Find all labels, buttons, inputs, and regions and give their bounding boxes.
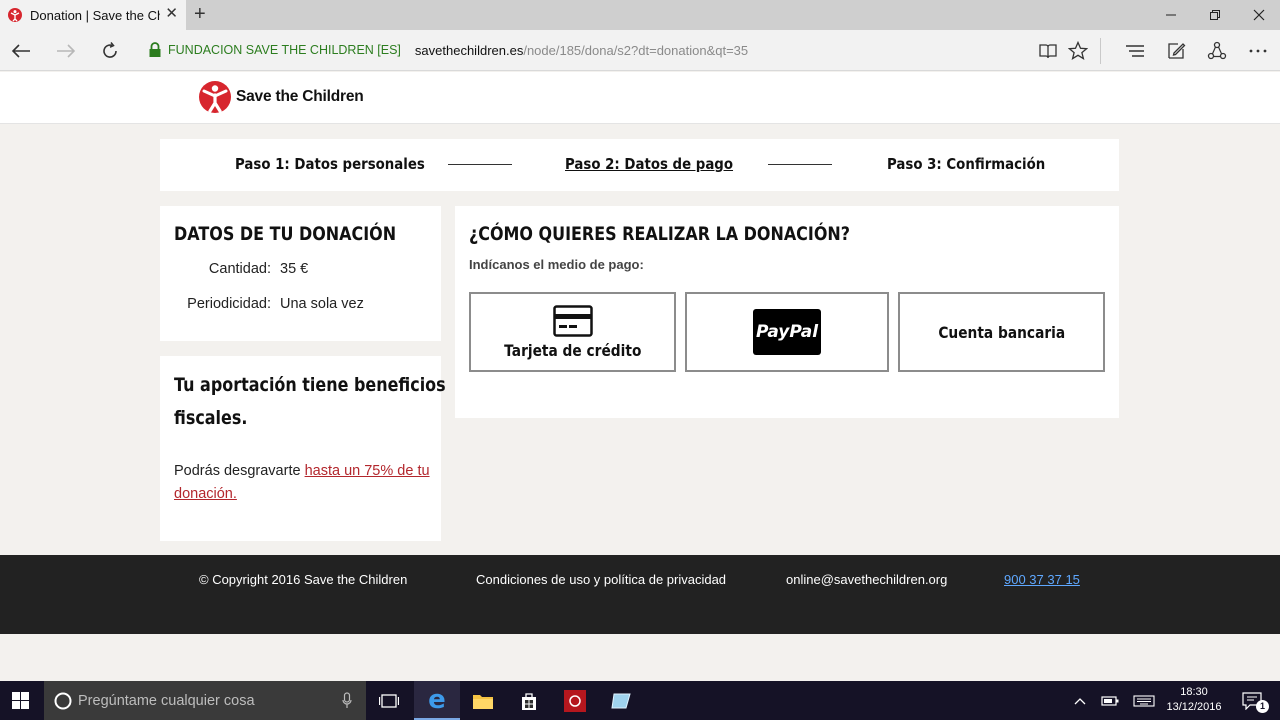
red-app-icon[interactable] <box>552 681 598 720</box>
amount-label: Cantidad: <box>208 261 271 277</box>
save-the-children-logo-icon <box>199 81 231 113</box>
paypal-logo: PayPal <box>753 309 821 355</box>
amount-value: 35 € <box>280 261 309 277</box>
browser-tab-bar: Donation | Save the Chi ✕ + <box>0 0 1280 30</box>
store-icon[interactable] <box>506 681 552 720</box>
share-icon[interactable] <box>1204 38 1230 64</box>
file-explorer-icon[interactable] <box>460 681 506 720</box>
keyboard-icon[interactable] <box>1124 681 1164 720</box>
toolbar-divider <box>1100 38 1101 64</box>
benefits-body: Podrás desgravarte <box>174 463 305 479</box>
step-1-personal-data[interactable]: Paso 1: Datos personales <box>235 155 425 173</box>
benefits-text: Podrás desgravarte hasta un 75% de tu do… <box>174 460 434 506</box>
more-options-icon[interactable] <box>1245 38 1271 64</box>
certificate-name: FUNDACION SAVE THE CHILDREN [ES] <box>168 43 401 57</box>
address-bar[interactable]: FUNDACION SAVE THE CHILDREN [ES] savethe… <box>148 39 748 61</box>
footer-phone-link[interactable]: 900 37 37 15 <box>1004 572 1080 587</box>
step-2-payment-data[interactable]: Paso 2: Datos de pago <box>565 155 733 173</box>
checkout-steps: Paso 1: Datos personales Paso 2: Datos d… <box>160 139 1119 191</box>
notification-count-badge: 1 <box>1256 700 1269 713</box>
cortana-search-box[interactable]: Pregúntame cualquier cosa <box>44 681 366 720</box>
benefits-title-line-2: fiscales. <box>174 407 248 429</box>
restore-icon[interactable] <box>1204 4 1226 26</box>
action-center-icon[interactable]: 1 <box>1232 681 1272 720</box>
tax-benefits-card: Tu aportación tiene beneficios fiscales.… <box>160 356 446 541</box>
tab-close-icon[interactable]: ✕ <box>165 6 178 22</box>
logo-text: Save the Children <box>236 88 364 105</box>
frequency-label: Periodicidad: <box>187 296 271 312</box>
browser-tab[interactable]: Donation | Save the Chi ✕ <box>0 0 186 30</box>
lock-icon <box>149 42 161 57</box>
clock-time: 18:30 <box>1180 686 1208 698</box>
paypal-button[interactable]: PayPal <box>685 292 889 372</box>
clock-date: 13/12/2016 <box>1166 701 1222 713</box>
minimize-icon[interactable] <box>1160 4 1182 26</box>
payment-method-card: ¿CÓMO QUIERES REALIZAR LA DONACIÓN? Indí… <box>455 206 1119 418</box>
footer-email-link[interactable]: online@savethechildren.org <box>786 572 947 587</box>
microphone-icon[interactable] <box>342 692 352 709</box>
site-header: Save the Children <box>0 72 1280 124</box>
refresh-icon[interactable] <box>97 38 123 64</box>
task-view-icon[interactable] <box>366 681 412 720</box>
step-3-confirmation: Paso 3: Confirmación <box>887 155 1046 173</box>
forward-arrow-icon[interactable] <box>53 38 79 64</box>
step-connector <box>768 164 832 165</box>
credit-card-icon <box>552 304 593 337</box>
summary-row-frequency: Periodicidad: Una sola vez <box>160 296 441 316</box>
frequency-value: Una sola vez <box>280 296 364 312</box>
donation-summary-title: DATOS DE TU DONACIÓN <box>174 223 397 245</box>
url-path: /node/185/dona/s2?dt=donation&qt=35 <box>523 42 749 58</box>
glass-app-icon[interactable] <box>598 681 644 720</box>
reading-view-icon[interactable] <box>1035 38 1061 64</box>
tab-title: Donation | Save the Chi <box>30 7 160 23</box>
windows-taskbar: Pregúntame cualquier cosa e 18:30 13/12/… <box>0 681 1280 720</box>
summary-row-amount: Cantidad: 35 € <box>160 261 441 281</box>
web-note-icon[interactable] <box>1163 38 1189 64</box>
browser-nav-bar: FUNDACION SAVE THE CHILDREN [ES] savethe… <box>0 30 1280 71</box>
payment-method-subtitle: Indícanos el medio de pago: <box>469 257 644 272</box>
payment-method-title: ¿CÓMO QUIERES REALIZAR LA DONACIÓN? <box>469 223 851 245</box>
back-arrow-icon[interactable] <box>8 38 34 64</box>
donation-summary-card: DATOS DE TU DONACIÓN Cantidad: 35 € Peri… <box>160 206 441 341</box>
site-footer: © Copyright 2016 Save the Children Condi… <box>0 555 1280 634</box>
taskbar-clock[interactable]: 18:30 13/12/2016 <box>1164 685 1224 715</box>
close-window-icon[interactable] <box>1248 4 1270 26</box>
hub-icon[interactable] <box>1122 38 1148 64</box>
step-connector <box>448 164 512 165</box>
cortana-icon <box>54 692 72 710</box>
credit-card-button[interactable]: Tarjeta de crédito <box>469 292 676 372</box>
site-logo[interactable]: Save the Children <box>198 80 364 114</box>
edge-browser-icon[interactable]: e <box>414 681 460 720</box>
bank-account-button[interactable]: Cuenta bancaria <box>898 292 1105 372</box>
windows-start-icon[interactable] <box>12 692 29 709</box>
new-tab-button[interactable]: + <box>194 3 206 25</box>
paypal-label: PayPal <box>755 322 819 342</box>
footer-terms-link[interactable]: Condiciones de uso y política de privaci… <box>476 572 726 587</box>
benefits-title-line-1: Tu aportación tiene beneficios <box>174 374 446 396</box>
favorite-star-icon[interactable] <box>1065 38 1091 64</box>
footer-copyright: © Copyright 2016 Save the Children <box>199 572 408 587</box>
url-domain: savethechildren.es <box>414 42 524 58</box>
credit-card-label: Tarjeta de crédito <box>503 340 642 360</box>
search-placeholder: Pregúntame cualquier cosa <box>78 692 255 709</box>
save-the-children-favicon <box>8 8 22 22</box>
bank-account-label: Cuenta bancaria <box>938 322 1065 342</box>
